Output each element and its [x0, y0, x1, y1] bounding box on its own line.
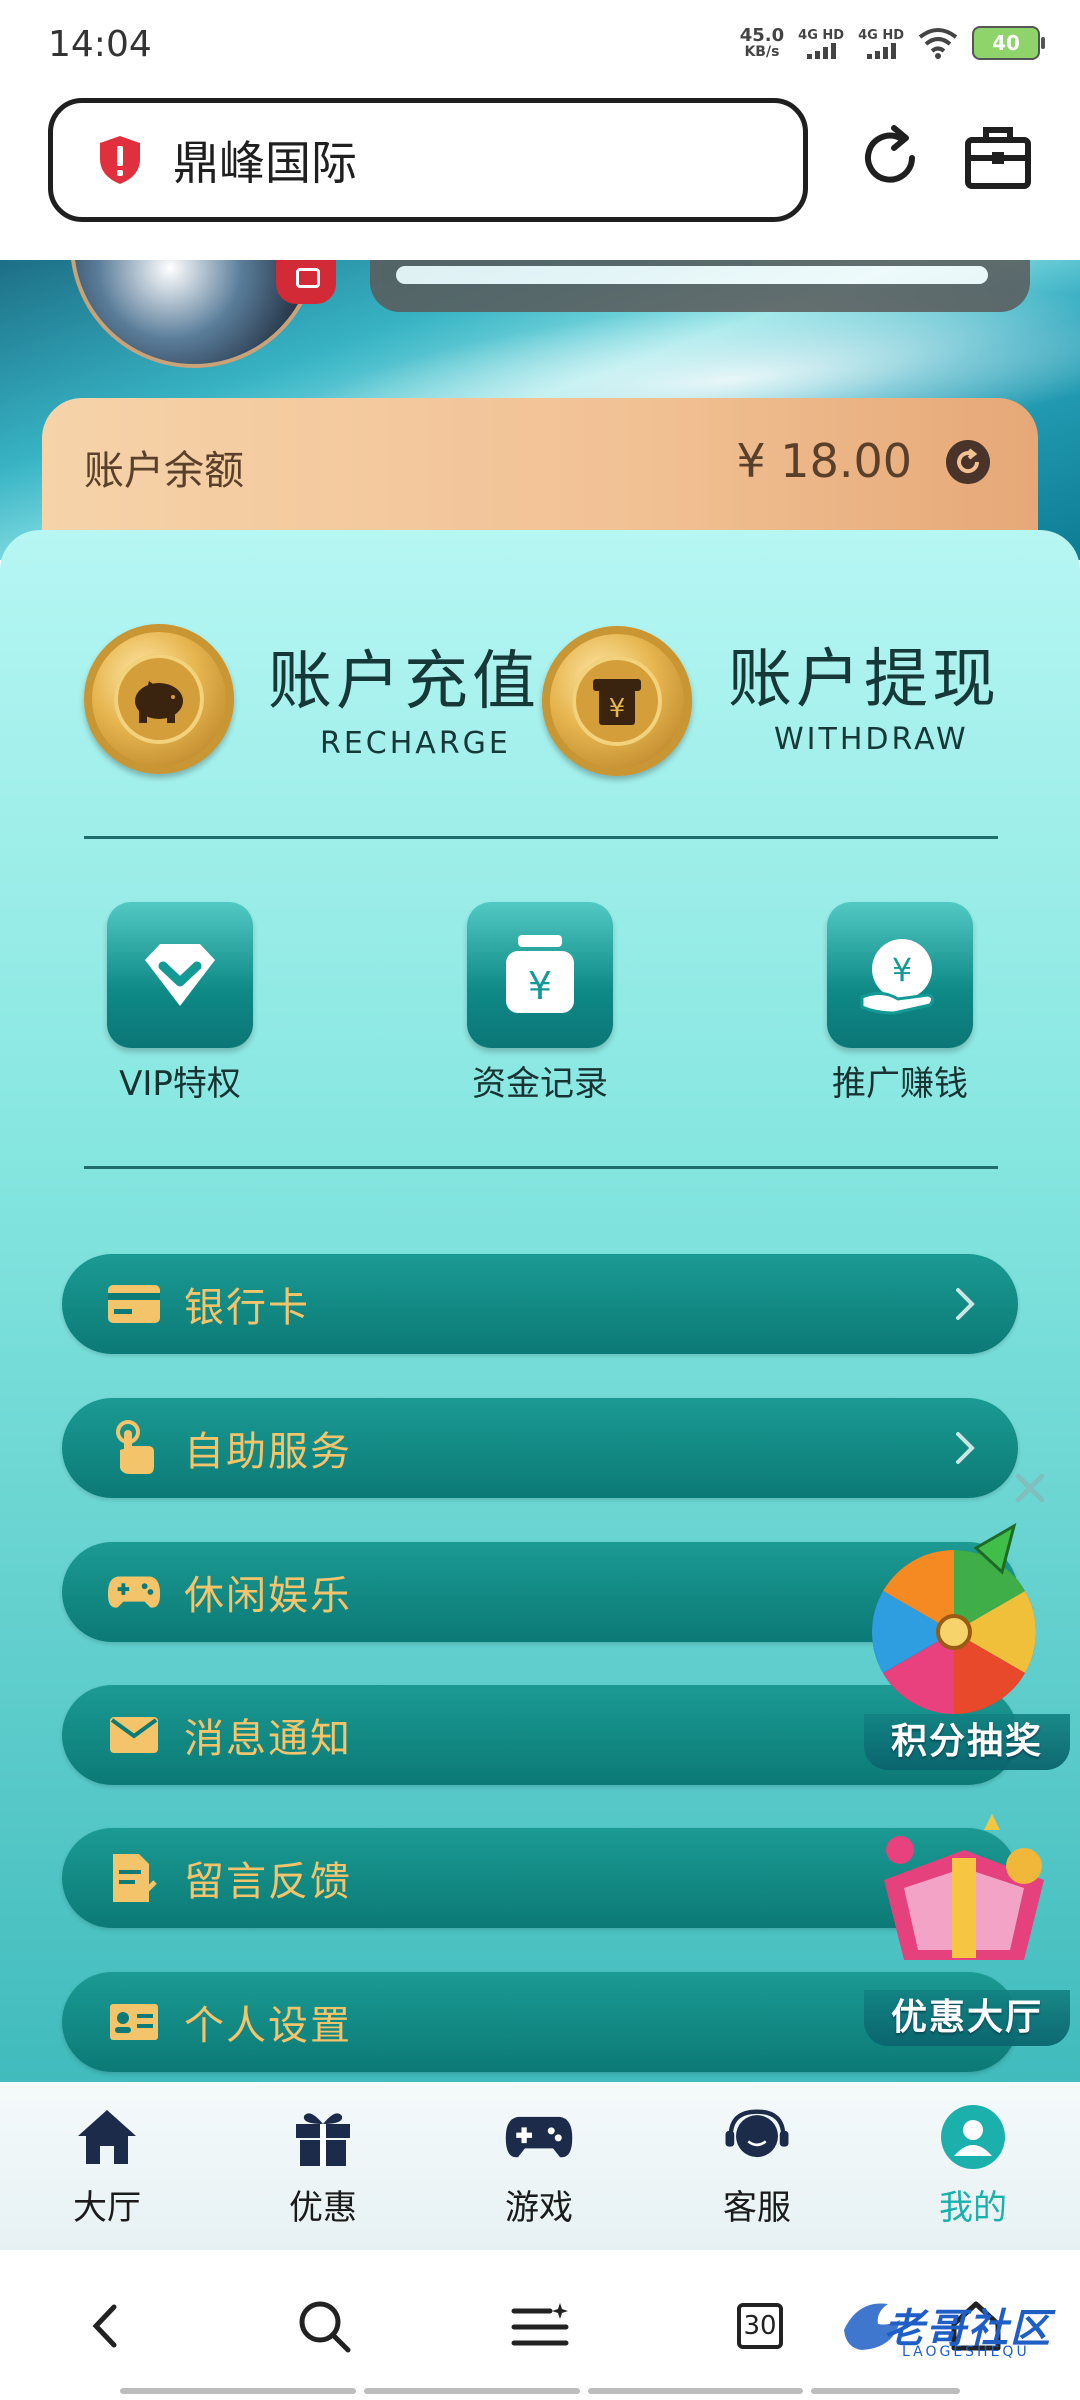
quick-link-label: VIP特权 [119, 1064, 241, 1104]
gamepad-icon [505, 2116, 573, 2158]
recharge-subtitle: RECHARGE [320, 726, 511, 761]
withdraw-button[interactable]: ¥ 账户提现 WITHDRAW [542, 620, 1012, 780]
promo-hall-widget[interactable]: 优惠大厅 [864, 1810, 1070, 2046]
bottom-tab-bar: 大厅 优惠 游戏 客服 我的 [0, 2082, 1080, 2250]
camera-icon[interactable] [276, 260, 336, 304]
balance-amount: ¥ 18.00 [736, 434, 912, 488]
tab-count-icon: 30 [737, 2303, 783, 2349]
svg-text:¥: ¥ [528, 964, 552, 1008]
back-button[interactable] [74, 2294, 138, 2358]
watermark-logo: 老哥社区 LAOGESHEQU [838, 2282, 1068, 2372]
headset-icon [725, 2109, 789, 2158]
menu-label: 消息通知 [184, 1716, 352, 1762]
tab-label: 客服 [723, 2188, 791, 2228]
network-speed: 45.0 KB/s [739, 25, 785, 60]
watermark-subtext: LAOGESHEQU [902, 2344, 1030, 2360]
recharge-title: 账户充值 [268, 645, 540, 719]
prize-wheel-icon [872, 1522, 1036, 1714]
wifi-icon [918, 28, 958, 59]
withdraw-subtitle: WITHDRAW [774, 722, 969, 757]
status-indicators: 45.0 KB/s 4G HD 4G HD 40 [739, 25, 1045, 60]
shield-icon [100, 136, 140, 184]
search-button[interactable] [292, 2294, 356, 2358]
quick-link-label: 推广赚钱 [832, 1064, 968, 1104]
quick-link-records[interactable]: ¥ 资金记录 [450, 902, 630, 1105]
network-speed-value: 45.0 [739, 25, 785, 46]
diamond-icon [107, 902, 253, 1048]
svg-text:¥: ¥ [609, 694, 626, 724]
tab-label: 我的 [939, 2188, 1007, 2228]
tab-label: 游戏 [505, 2188, 573, 2228]
menu-self-service[interactable]: 自助服务 [62, 1398, 1018, 1498]
quick-link-label: 资金记录 [472, 1064, 608, 1104]
id-card-icon [106, 1994, 162, 2050]
piggy-bank-icon [84, 624, 234, 774]
lucky-wheel-widget[interactable]: 积分抽奖 [864, 1520, 1070, 1770]
tab-support[interactable]: 客服 [682, 2102, 832, 2229]
gift-box-icon [884, 1814, 1044, 1960]
quick-link-vip[interactable]: VIP特权 [90, 902, 270, 1105]
menu-label: 个人设置 [184, 2003, 352, 2049]
tab-promotions[interactable]: 优惠 [248, 2102, 398, 2229]
divider [84, 1166, 998, 1169]
withdraw-title: 账户提现 [728, 643, 1000, 717]
signal-icon: 4G HD [798, 28, 844, 59]
menu-sparkle-icon [511, 2303, 569, 2346]
lucky-wheel-label: 积分抽奖 [864, 1714, 1070, 1770]
tab-games[interactable]: 游戏 [464, 2102, 614, 2229]
user-icon [941, 2105, 1005, 2169]
balance-bar: 账户余额 ¥ 18.00 [42, 398, 1038, 538]
recharge-button[interactable]: 账户充值 RECHARGE [84, 620, 554, 780]
menu-button[interactable] [508, 2294, 572, 2358]
network-speed-unit: KB/s [744, 44, 780, 60]
toolbox-icon[interactable] [960, 120, 1036, 196]
menu-label: 休闲娱乐 [184, 1573, 352, 1619]
refresh-balance-icon[interactable] [946, 440, 990, 484]
tab-label: 大厅 [73, 2188, 141, 2228]
feedback-doc-icon [106, 1850, 162, 1906]
balance-label: 账户余额 [84, 448, 244, 494]
touch-hand-icon [106, 1420, 162, 1476]
money-jar-icon: ¥ [467, 902, 613, 1048]
chevron-left-icon [92, 2304, 117, 2348]
battery-icon: 40 [972, 26, 1045, 60]
sim1-label: 4G HD [798, 27, 845, 43]
tab-mine[interactable]: 我的 [898, 2102, 1048, 2229]
status-time: 14:04 [48, 24, 152, 65]
chevron-right-icon [956, 1288, 975, 1320]
page-title: 鼎峰国际 [173, 136, 357, 190]
sim2-label: 4G HD [858, 27, 904, 43]
browser-bar: 鼎峰国际 [0, 90, 1080, 260]
home-icon [78, 2110, 136, 2164]
menu-bank-card[interactable]: 银行卡 [62, 1254, 1018, 1354]
close-icon[interactable] [1008, 1466, 1052, 1510]
bank-card-icon [106, 1276, 162, 1332]
address-bar[interactable]: 鼎峰国际 [48, 98, 808, 222]
menu-label: 留言反馈 [184, 1859, 352, 1905]
gamepad-icon [106, 1564, 162, 1620]
gift-icon [296, 2113, 350, 2166]
svg-text:¥: ¥ [892, 951, 912, 989]
envelope-icon [106, 1707, 162, 1763]
divider [84, 836, 998, 839]
promo-hall-label: 优惠大厅 [864, 1990, 1070, 2046]
search-icon [299, 2301, 351, 2353]
gesture-bar [120, 2388, 961, 2394]
quick-link-referral[interactable]: ¥ 推广赚钱 [810, 902, 990, 1105]
atm-yuan-icon: ¥ [542, 626, 692, 776]
status-bar: 14:04 45.0 KB/s 4G HD 4G HD 40 [0, 0, 1080, 90]
tab-lobby[interactable]: 大厅 [32, 2102, 182, 2229]
menu-label: 银行卡 [184, 1285, 310, 1331]
reload-icon[interactable] [852, 120, 928, 196]
signal-icon: 4G HD [858, 28, 904, 59]
user-info-bar [370, 260, 1030, 312]
tab-label: 优惠 [289, 2188, 357, 2228]
menu-label: 自助服务 [184, 1429, 352, 1475]
chevron-right-icon [956, 1432, 975, 1464]
yuan-hand-icon: ¥ [827, 902, 973, 1048]
tabs-button[interactable]: 30 [728, 2294, 792, 2358]
